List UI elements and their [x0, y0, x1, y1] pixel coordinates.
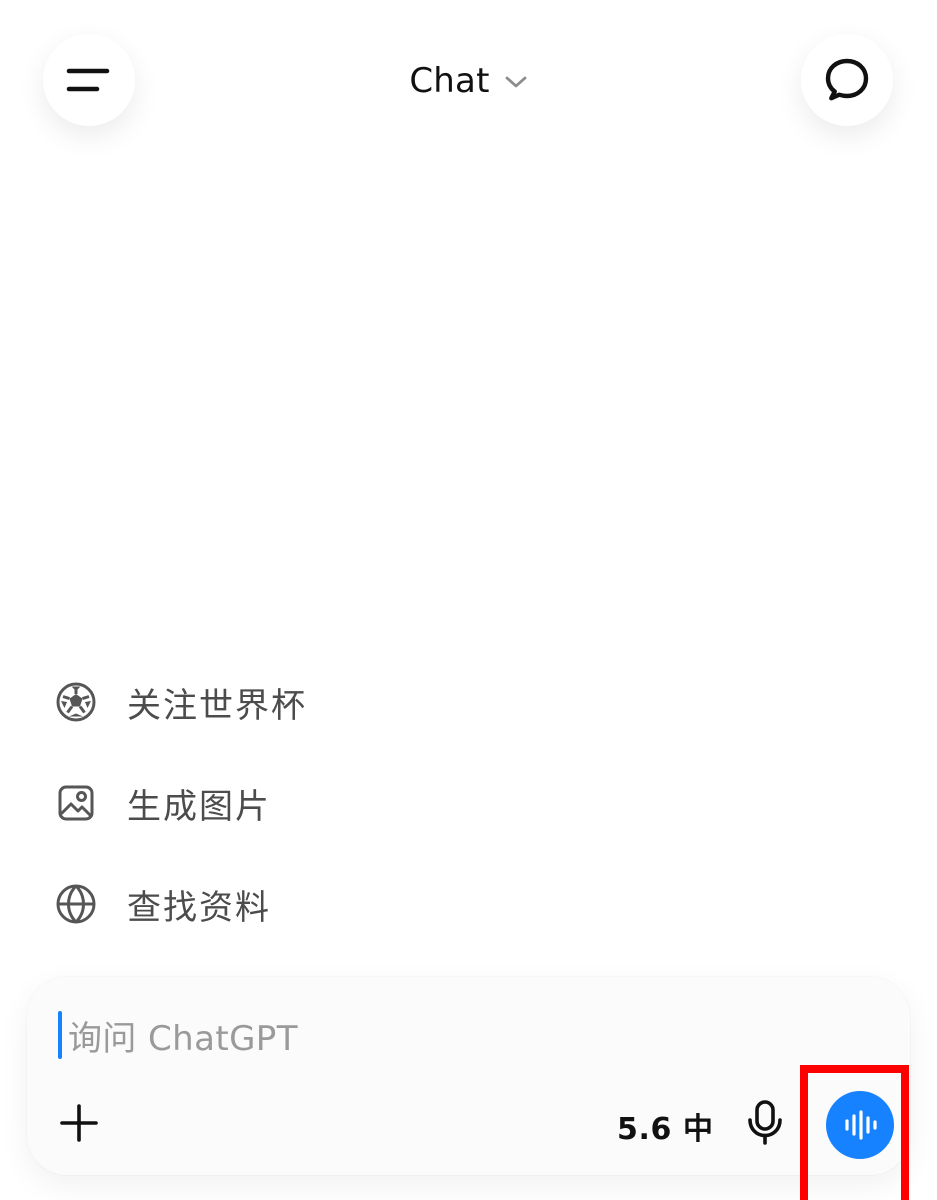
image-icon — [53, 780, 99, 826]
suggestion-label: 关注世界杯 — [127, 685, 307, 726]
text-cursor — [58, 1011, 62, 1059]
suggestion-list: 关注世界杯 生成图片 查找资料 — [53, 670, 553, 973]
add-attachment-button[interactable] — [55, 1099, 103, 1147]
new-chat-bubble-icon — [825, 58, 869, 101]
suggestion-generate-image[interactable]: 生成图片 — [53, 771, 553, 835]
page-title: Chat — [409, 61, 490, 101]
suggestion-world-cup[interactable]: 关注世界杯 — [53, 670, 553, 734]
model-title-selector[interactable]: Chat — [0, 58, 937, 104]
globe-icon — [53, 881, 99, 927]
chat-screen: Chat 关注世界杯 生成图片 查找资料 询问 ChatGPT 5.6 中 — [0, 0, 937, 1200]
microphone-icon — [748, 1100, 782, 1145]
message-placeholder: 询问 ChatGPT — [68, 1018, 298, 1059]
chevron-down-icon — [504, 74, 528, 90]
dictation-button[interactable] — [739, 1097, 791, 1149]
voice-waveform-icon — [845, 1110, 877, 1140]
model-setting-label[interactable]: 5.6 中 — [617, 1104, 714, 1148]
suggestion-label: 查找资料 — [127, 887, 271, 928]
plus-icon — [60, 1104, 98, 1142]
message-input[interactable]: 询问 ChatGPT — [58, 1008, 298, 1062]
voice-mode-button[interactable] — [826, 1091, 894, 1159]
suggestion-search-information[interactable]: 查找资料 — [53, 872, 553, 936]
new-chat-button[interactable] — [801, 34, 893, 126]
soccer-ball-icon — [53, 679, 99, 725]
message-composer: 询问 ChatGPT 5.6 中 — [27, 977, 910, 1175]
suggestion-label: 生成图片 — [127, 786, 271, 827]
